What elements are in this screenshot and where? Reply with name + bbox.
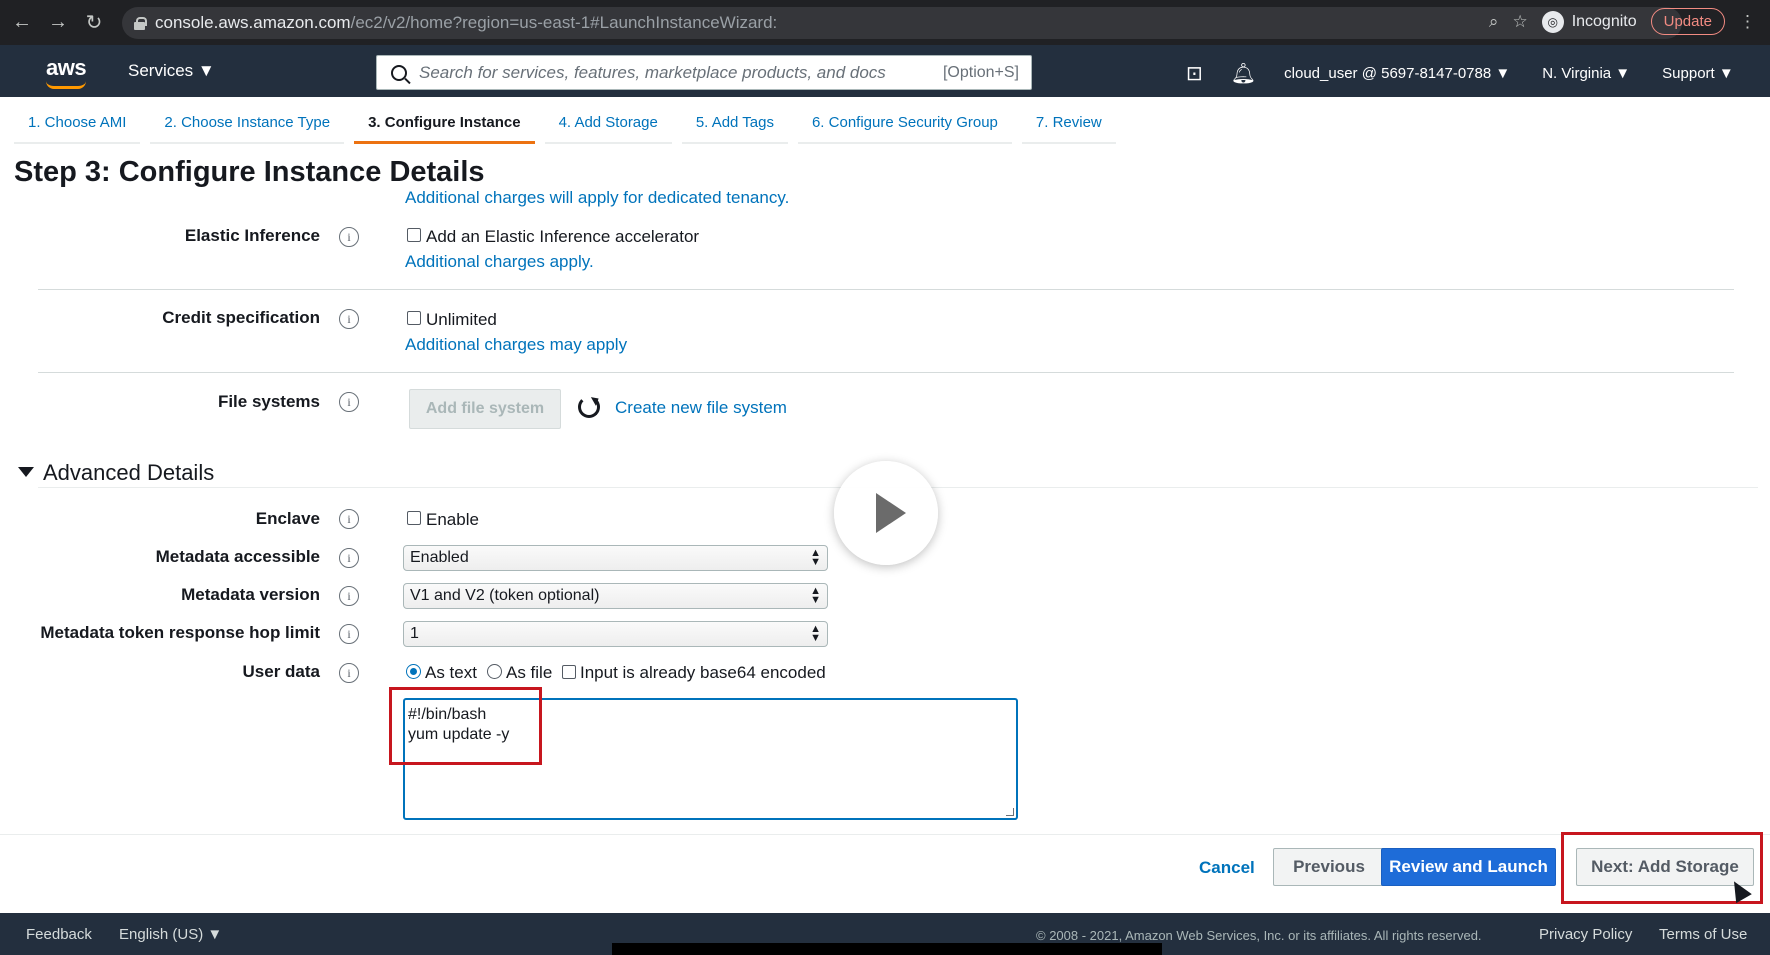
reload-icon[interactable]: ↻ xyxy=(80,9,108,37)
info-icon[interactable]: i xyxy=(339,392,359,412)
hop-limit-select[interactable]: 1 ▲ ▼ xyxy=(403,621,828,647)
elastic-inference-checkbox[interactable] xyxy=(407,228,421,242)
enclave-checkbox-label: Enable xyxy=(426,510,479,529)
divider xyxy=(38,372,1734,373)
create-file-system-link[interactable]: Create new file system xyxy=(615,398,787,418)
search-icon xyxy=(391,64,407,81)
search-placeholder: Search for services, features, marketpla… xyxy=(419,62,886,82)
info-icon[interactable]: i xyxy=(339,624,359,644)
divider xyxy=(0,834,1770,835)
star-icon[interactable]: ☆ xyxy=(1512,12,1527,32)
add-file-system-button[interactable]: Add file system xyxy=(409,389,561,429)
info-icon[interactable]: i xyxy=(339,548,359,568)
base64-checkbox[interactable] xyxy=(562,665,576,679)
info-icon[interactable]: i xyxy=(339,586,359,606)
tab-configure-instance[interactable]: 3. Configure Instance xyxy=(354,108,535,144)
highlight-box xyxy=(389,687,542,765)
cancel-link[interactable]: Cancel xyxy=(1199,858,1255,878)
tab-choose-ami[interactable]: 1. Choose AMI xyxy=(14,108,141,144)
resize-handle-icon[interactable] xyxy=(1006,808,1014,816)
elastic-inference-label: Elastic Inference xyxy=(184,226,320,245)
cloudshell-icon[interactable]: ⊡ xyxy=(1186,61,1203,86)
incognito-indicator[interactable]: ◎ Incognito xyxy=(1541,10,1637,33)
terms-of-use-link[interactable]: Terms of Use xyxy=(1659,926,1747,943)
elastic-inference-charges-link[interactable]: Additional charges apply. xyxy=(405,252,594,272)
refresh-icon[interactable] xyxy=(578,396,600,418)
metadata-version-label: Metadata version xyxy=(181,585,320,604)
copyright-text: © 2008 - 2021, Amazon Web Services, Inc.… xyxy=(1036,928,1482,943)
caret-down-icon[interactable] xyxy=(18,467,34,477)
feedback-link[interactable]: Feedback xyxy=(26,926,92,943)
tab-choose-instance-type[interactable]: 2. Choose Instance Type xyxy=(150,108,345,144)
aws-top-nav: aws Services ▼ Search for services, feat… xyxy=(0,45,1770,97)
video-progress-bar xyxy=(612,943,1162,955)
wizard-steps: 1. Choose AMI 2. Choose Instance Type 3.… xyxy=(14,108,1126,144)
services-menu[interactable]: Services ▼ xyxy=(128,61,215,81)
tenancy-charges-link[interactable]: Additional charges will apply for dedica… xyxy=(405,188,789,208)
search-shortcut: [Option+S] xyxy=(942,63,1019,81)
review-and-launch-button[interactable]: Review and Launch xyxy=(1381,848,1556,886)
select-arrows-icon: ▲ ▼ xyxy=(810,585,821,606)
tab-configure-security-group[interactable]: 6. Configure Security Group xyxy=(797,108,1012,144)
privacy-policy-link[interactable]: Privacy Policy xyxy=(1539,926,1632,943)
url-text: console.aws.amazon.com/ec2/v2/home?regio… xyxy=(155,13,778,32)
advanced-details-heading[interactable]: Advanced Details xyxy=(43,460,214,486)
unlimited-checkbox[interactable] xyxy=(407,311,421,325)
bell-icon[interactable]: 🔔︎ xyxy=(1231,61,1256,86)
select-arrows-icon: ▲ ▼ xyxy=(810,547,821,568)
file-systems-label: File systems xyxy=(217,392,320,411)
as-text-radio[interactable] xyxy=(406,664,421,679)
footer: Feedback English (US) ▼ © 2008 - 2021, A… xyxy=(0,913,1770,955)
tab-review[interactable]: 7. Review xyxy=(1021,108,1116,144)
credit-charges-link[interactable]: Additional charges may apply xyxy=(405,335,627,355)
lock-icon xyxy=(134,16,147,30)
unlimited-checkbox-label: Unlimited xyxy=(426,310,497,329)
aws-smile-icon xyxy=(46,81,86,89)
info-icon[interactable]: i xyxy=(339,309,359,329)
address-bar[interactable]: console.aws.amazon.com/ec2/v2/home?regio… xyxy=(122,7,1682,39)
info-icon[interactable]: i xyxy=(339,227,359,247)
language-menu[interactable]: English (US) ▼ xyxy=(119,926,222,943)
as-text-label: As text xyxy=(425,663,477,682)
user-data-label: User data xyxy=(242,662,320,681)
aws-logo[interactable]: aws xyxy=(46,55,87,81)
more-menu-icon[interactable]: ⋮ xyxy=(1739,12,1756,32)
back-arrow-icon[interactable]: ← xyxy=(8,9,36,37)
info-icon[interactable]: i xyxy=(339,509,359,529)
divider xyxy=(38,289,1734,290)
forward-arrow-icon[interactable]: → xyxy=(44,9,72,37)
base64-checkbox-label: Input is already base64 encoded xyxy=(580,663,826,682)
tab-add-storage[interactable]: 4. Add Storage xyxy=(544,108,672,144)
zoom-icon[interactable]: ⌕ xyxy=(1489,12,1499,32)
tab-add-tags[interactable]: 5. Add Tags xyxy=(681,108,788,144)
credit-spec-label: Credit specification xyxy=(162,308,320,327)
play-icon[interactable] xyxy=(834,461,938,565)
select-arrows-icon: ▲ ▼ xyxy=(810,623,821,644)
incognito-icon: ◎ xyxy=(1541,10,1564,33)
page-title: Step 3: Configure Instance Details xyxy=(14,156,485,188)
enclave-checkbox[interactable] xyxy=(407,511,421,525)
metadata-accessible-label: Metadata accessible xyxy=(155,547,320,566)
as-file-label: As file xyxy=(506,663,553,682)
update-button[interactable]: Update xyxy=(1650,8,1725,35)
browser-toolbar: ← → ↻ console.aws.amazon.com/ec2/v2/home… xyxy=(0,0,1770,45)
hop-limit-label: Metadata token response hop limit xyxy=(40,623,320,642)
enclave-label: Enclave xyxy=(255,509,320,528)
region-menu[interactable]: N. Virginia ▼ xyxy=(1542,65,1630,82)
elastic-inference-checkbox-label: Add an Elastic Inference accelerator xyxy=(426,227,700,246)
info-icon[interactable]: i xyxy=(339,663,359,683)
previous-button[interactable]: Previous xyxy=(1273,848,1385,886)
metadata-version-select[interactable]: V1 and V2 (token optional) ▲ ▼ xyxy=(403,583,828,609)
support-menu[interactable]: Support ▼ xyxy=(1662,65,1734,82)
search-input[interactable]: Search for services, features, marketpla… xyxy=(376,55,1032,90)
account-menu[interactable]: cloud_user @ 5697-8147-0788 ▼ xyxy=(1284,65,1510,82)
metadata-accessible-select[interactable]: Enabled ▲ ▼ xyxy=(403,545,828,571)
as-file-radio[interactable] xyxy=(487,664,502,679)
